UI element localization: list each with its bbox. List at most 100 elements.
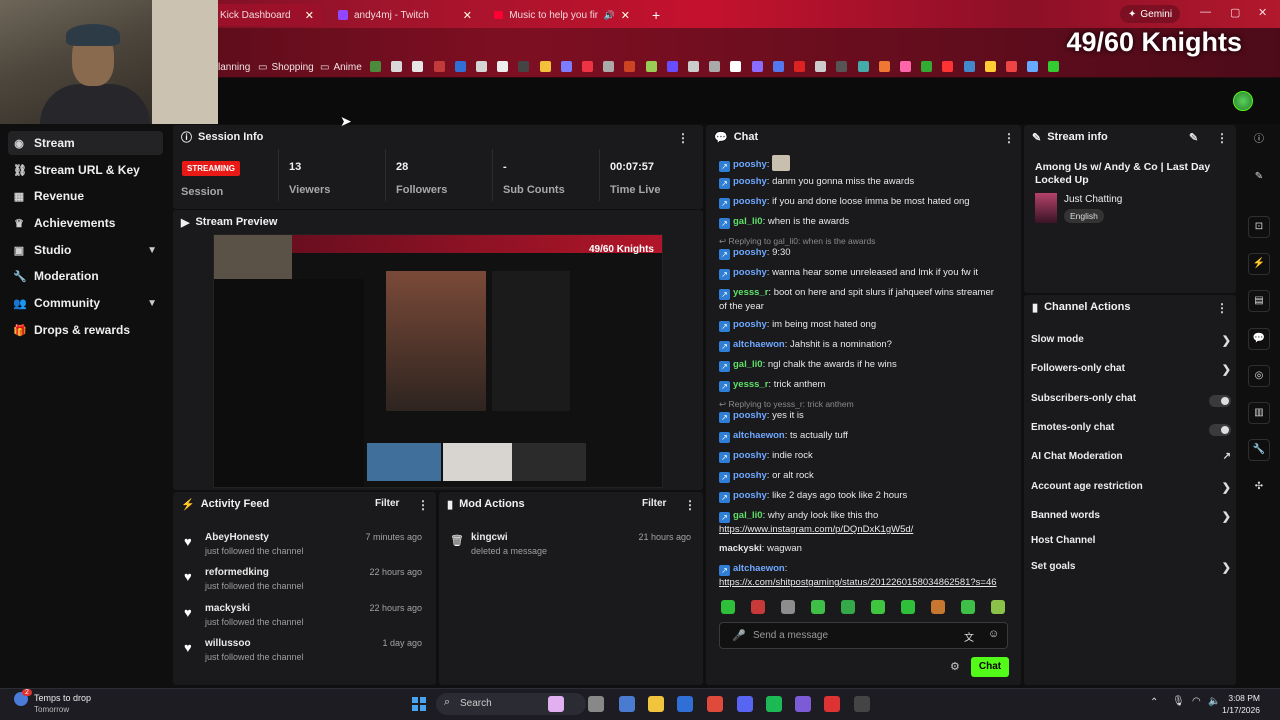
bookmark-favicon-icon[interactable] [1006,61,1017,72]
emotes-only-toggle[interactable] [1209,424,1231,436]
chat-username[interactable]: gal_li0 [733,359,763,370]
tab-youtube[interactable]: Music to help you find your 🔊 ✕ [486,4,638,26]
bookmark-planning[interactable]: lanning [218,62,250,73]
windows-start-icon[interactable] [412,697,426,711]
bookmark-favicon-icon[interactable] [794,61,805,72]
bookmark-favicon-icon[interactable] [751,61,763,72]
bookmark-favicon-icon[interactable] [645,61,657,72]
bookmark-favicon-icon[interactable] [878,61,890,72]
sidebar-item-stream[interactable]: ◉ Stream [8,131,163,155]
chat-username[interactable]: pooshy [733,410,767,421]
chat-username[interactable]: pooshy [733,176,767,187]
follower-name[interactable]: mackyski [205,603,250,614]
emote-icon[interactable] [901,600,915,614]
bookmark-favicon-icon[interactable] [497,61,509,72]
bookmark-favicon-icon[interactable] [454,61,466,72]
close-icon[interactable]: ✕ [621,9,630,22]
sidebar-item-achievements[interactable]: ♛ Achievements [8,211,163,235]
close-icon[interactable]: ✕ [305,9,314,22]
clipboard-icon[interactable]: ▤ [1248,290,1270,312]
microphone-icon[interactable]: 🎙 [1172,696,1185,707]
chat-username[interactable]: gal_li0 [733,216,763,227]
chat-username[interactable]: pooshy [733,159,767,170]
chat-icon[interactable]: 💬 [1248,328,1270,350]
chat-username[interactable]: pooshy [733,490,767,501]
microphone-icon[interactable]: 🎤 [732,629,746,642]
bookmark-favicon-icon[interactable] [921,61,933,72]
filter-button[interactable]: Filter [375,498,399,509]
sidebar-item-studio[interactable]: ▣ Studio ▼ [8,238,163,262]
close-window-icon[interactable]: ✕ [1258,6,1267,19]
lightning-icon[interactable]: ⚡ [1248,253,1270,275]
volume-icon[interactable]: 🔈 [1208,696,1220,707]
emote-icon[interactable] [871,600,885,614]
bookmark-favicon-icon[interactable] [836,61,848,72]
emote-icon[interactable] [721,600,735,614]
chat-username[interactable]: pooshy [733,267,767,278]
chat-username[interactable]: altchaewon [733,430,785,441]
taskbar-app-icon[interactable] [548,696,564,712]
action-set-goals[interactable]: Set goals ❯ [1031,561,1231,579]
bookmark-anime[interactable]: ▭ Anime [320,62,362,73]
taskbar-app-icon[interactable] [824,696,840,712]
bookmark-favicon-icon[interactable] [1048,61,1060,72]
emote-icon[interactable] [841,600,855,614]
emote-icon[interactable] [811,600,825,614]
action-host-channel[interactable]: Host Channel [1031,535,1231,553]
chat-username[interactable]: gal_li0 [733,510,763,521]
tray-chevron-icon[interactable]: ⌃ [1150,697,1158,708]
bookmark-favicon-icon[interactable] [900,61,911,72]
mod-target-name[interactable]: kingcwi [471,532,508,543]
follower-name[interactable]: reformedking [205,567,269,578]
more-menu-icon[interactable]: ⋮ [684,498,696,512]
more-menu-icon[interactable]: ⋮ [1216,301,1228,315]
chat-link[interactable]: https://www.instagram.com/p/DQnDxK1gW5d/ [719,524,913,535]
tab-kick-dashboard[interactable]: Kick Dashboard ✕ [212,4,322,26]
bookmark-favicon-icon[interactable] [370,61,381,72]
chat-link[interactable]: https://x.com/shitpostgaming/status/2012… [719,577,997,588]
speaker-icon[interactable]: 🔊 [604,10,615,21]
chat-username[interactable]: altchaewon [733,563,785,574]
taskbar-app-icon[interactable] [795,696,811,712]
avatar[interactable] [1233,91,1253,111]
bookmark-favicon-icon[interactable] [539,61,551,72]
sidebar-item-stream-url[interactable]: ⛓ Stream URL & Key [8,158,163,182]
new-tab-button[interactable]: + [644,4,664,26]
bookmark-favicon-icon[interactable] [666,61,678,72]
bookmark-favicon-icon[interactable] [624,61,636,72]
taskbar-app-icon[interactable] [737,696,753,712]
edit-icon[interactable]: ✎ [1189,131,1198,144]
chat-username[interactable]: altchaewon [733,339,785,350]
follower-name[interactable]: willussoo [205,638,251,649]
taskbar-app-icon[interactable] [619,696,635,712]
action-slow-mode[interactable]: Slow mode ❯ [1031,334,1231,352]
more-menu-icon[interactable]: ⋮ [677,131,689,145]
more-menu-icon[interactable]: ⋮ [1216,131,1228,145]
action-account-age[interactable]: Account age restriction ❯ [1031,481,1231,499]
wrench-icon[interactable]: 🔧 [1248,439,1270,461]
category-name[interactable]: Just Chatting [1064,194,1122,205]
subscribers-only-toggle[interactable] [1209,395,1231,407]
chat-username[interactable]: pooshy [733,450,767,461]
chat-username[interactable]: pooshy [733,319,767,330]
taskbar-app-icon[interactable] [707,696,723,712]
gemini-button[interactable]: ✦ Gemini [1120,5,1181,23]
bookmark-favicon-icon[interactable] [582,61,593,72]
emote-icon[interactable] [751,600,765,614]
chat-username[interactable]: mackyski [719,543,762,554]
sidebar-item-revenue[interactable]: ▦ Revenue [8,184,163,208]
chat-username[interactable]: yesss_r [733,287,768,298]
clock-date[interactable]: 1/17/2026 [1220,705,1260,715]
chat-username[interactable]: pooshy [733,470,767,481]
chat-username[interactable]: pooshy [733,247,767,258]
bookmark-favicon-icon[interactable] [709,61,721,72]
broadcast-icon[interactable]: ◎ [1248,365,1270,387]
sidebar-item-moderation[interactable]: 🔧 Moderation [8,264,163,288]
action-followers-only[interactable]: Followers-only chat ❯ [1031,363,1231,381]
bookmark-favicon-icon[interactable] [688,61,699,72]
bookmark-favicon-icon[interactable] [730,61,742,72]
puzzle-icon[interactable]: ✣ [1248,477,1270,499]
taskbar-app-icon[interactable] [648,696,664,712]
bookmark-favicon-icon[interactable] [560,61,572,72]
bookmark-favicon-icon[interactable] [412,61,424,72]
